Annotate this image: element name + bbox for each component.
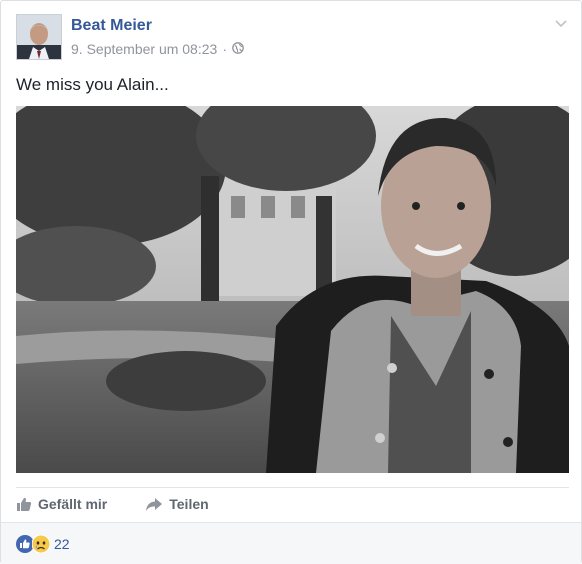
post-timestamp[interactable]: 9. September um 08:23 [71,41,217,57]
avatar[interactable] [16,14,62,60]
post-card: Beat Meier 9. September um 08:23 · We mi… [0,0,582,564]
share-arrow-icon [146,498,163,511]
chevron-down-icon[interactable] [553,15,569,31]
thumbs-up-icon [17,497,32,511]
globe-icon[interactable] [232,41,244,57]
like-label: Gefällt mir [38,496,108,512]
share-label: Teilen [169,496,209,512]
post-meta: Beat Meier 9. September um 08:23 · [71,14,244,60]
reactions-bar: 22 [1,522,581,564]
like-button[interactable]: Gefällt mir [16,496,107,512]
sad-reaction-icon [32,535,50,553]
post-text: We miss you Alain... [16,75,169,94]
post-header: Beat Meier 9. September um 08:23 · [16,14,244,60]
reactions-summary[interactable]: 22 [16,535,70,553]
post-photo[interactable] [16,106,569,473]
author-name[interactable]: Beat Meier [71,17,244,35]
separator-dot: · [222,41,227,57]
post-actions: Gefällt mir Teilen [16,496,247,512]
divider [16,487,569,488]
share-button[interactable]: Teilen [145,496,209,512]
post-subline: 9. September um 08:23 · [71,41,244,57]
reaction-count[interactable]: 22 [54,536,70,552]
